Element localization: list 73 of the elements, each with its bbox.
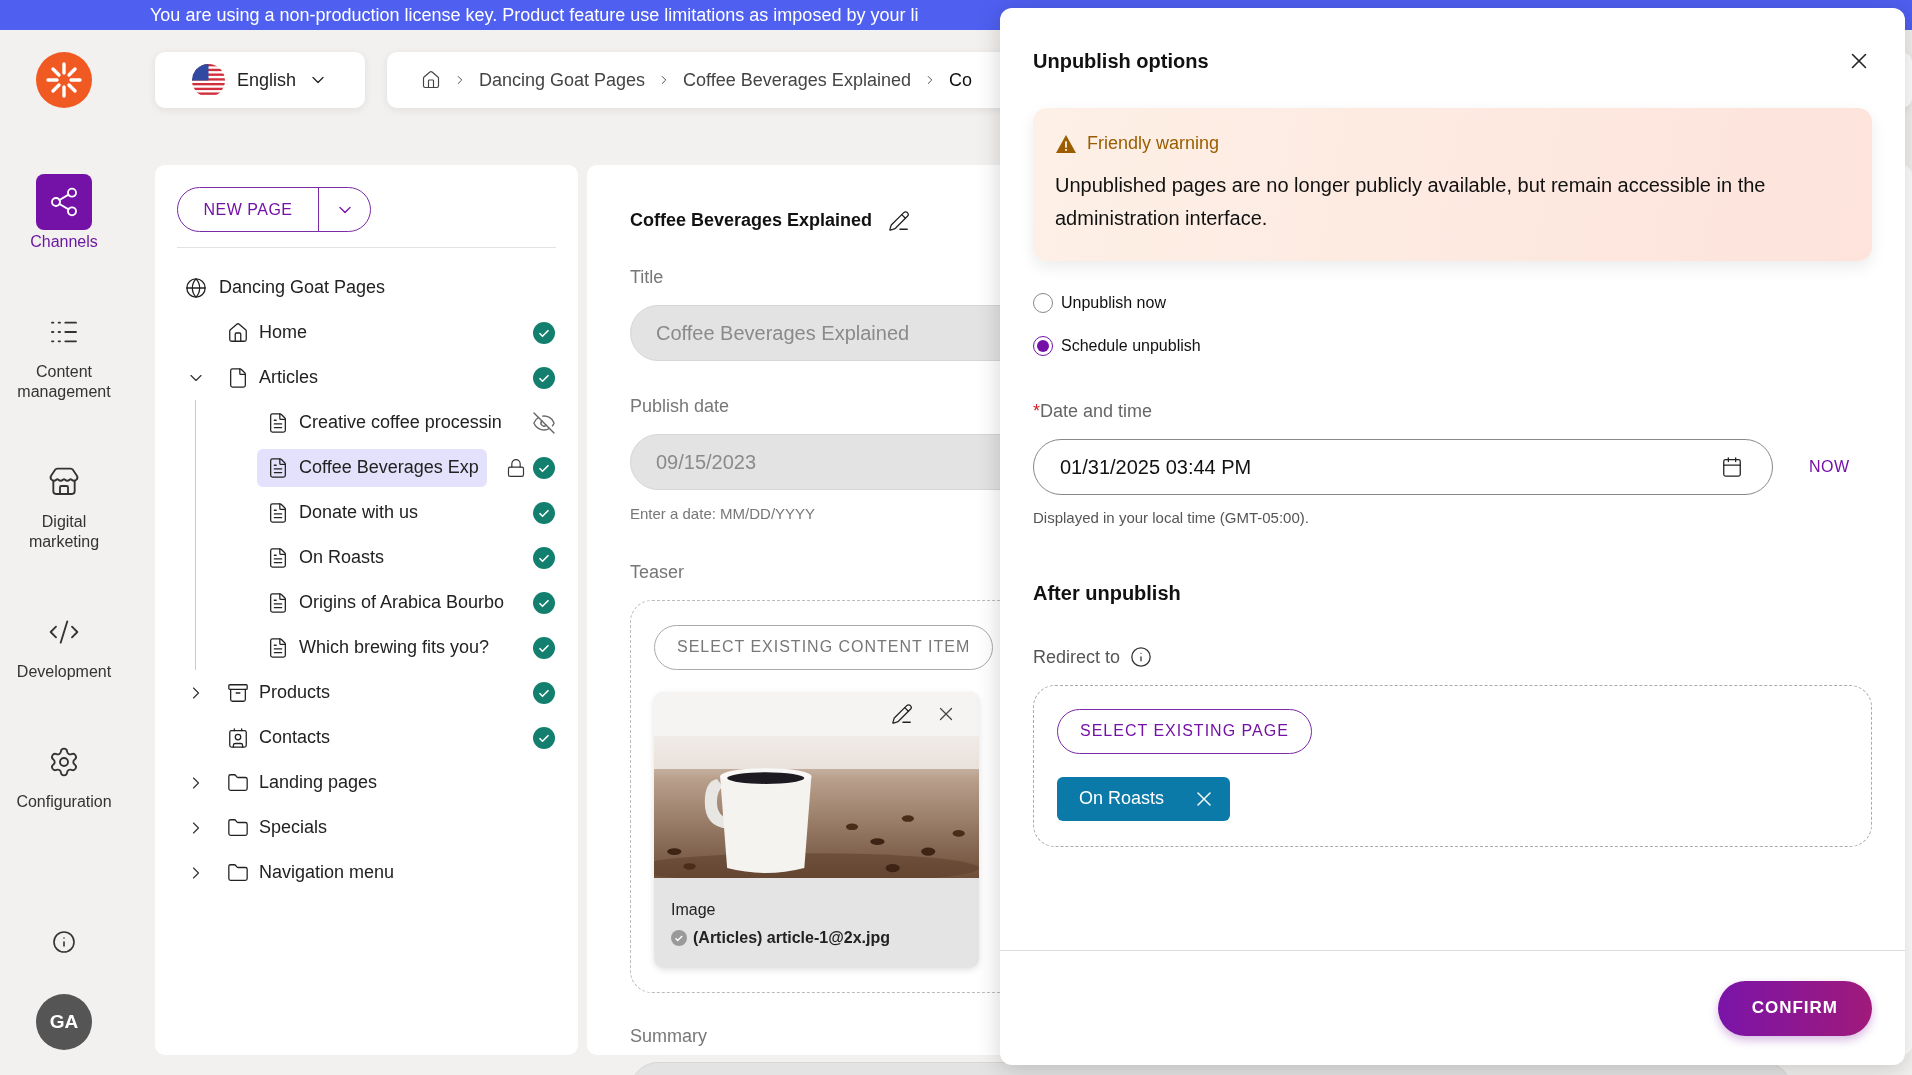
nav-item[interactable]: Development: [5, 604, 123, 682]
document-icon: [267, 591, 289, 614]
breadcrumb-link[interactable]: Dancing Goat Pages: [479, 66, 646, 94]
page-icon: [227, 366, 249, 389]
page-heading: Coffee Beverages Explained: [630, 209, 873, 232]
time-zone-hint: Displayed in your local time (GMT-05:00).: [1033, 508, 1309, 528]
date-time-field[interactable]: 01/31/2025 03:44 PM: [1033, 439, 1773, 495]
item-type: Image: [671, 899, 717, 920]
nav-item[interactable]: Configuration: [5, 734, 123, 812]
home-icon[interactable]: [421, 70, 441, 90]
field-label: Publish date: [630, 395, 730, 418]
breadcrumb-link[interactable]: Coffee Beverages Explained: [683, 66, 911, 94]
logo-icon[interactable]: [36, 52, 92, 108]
tree-root-item[interactable]: Dancing Goat Pages: [219, 274, 386, 301]
dialog-title: Unpublish options: [1033, 49, 1209, 74]
confirm-button[interactable]: CONFIRM: [1717, 980, 1872, 1036]
tree-item[interactable]: Donate with us: [257, 493, 427, 532]
settings-icon: [48, 746, 80, 778]
tree-item[interactable]: Home: [217, 313, 315, 352]
tree-item[interactable]: Creative coffee processin: [257, 403, 510, 442]
language-selector[interactable]: English: [155, 52, 365, 108]
globe-icon: [185, 276, 207, 299]
edit-pencil-icon[interactable]: [888, 209, 911, 232]
radio-option[interactable]: Schedule unpublish: [1033, 334, 1872, 358]
page-chip: On Roasts: [1057, 776, 1231, 821]
us-flag-icon: [191, 63, 225, 97]
folder-icon: [227, 816, 249, 839]
tree-item[interactable]: Articles: [217, 358, 326, 397]
document-icon: [267, 636, 289, 659]
breadcrumb-link[interactable]: Co: [948, 66, 972, 94]
document-icon: [267, 456, 289, 479]
tree-item[interactable]: Origins of Arabica Bourbo: [257, 583, 513, 622]
field-hint: Enter a date: MM/DD/YYYY: [630, 504, 816, 524]
user-avatar[interactable]: GA: [36, 994, 92, 1050]
tree-item[interactable]: On Roasts: [257, 538, 393, 577]
tree-item[interactable]: Coffee Beverages Exp: [257, 448, 487, 487]
channels-icon: [48, 186, 80, 218]
warning-title: Friendly warning: [1087, 132, 1220, 155]
check-circle-icon: [671, 929, 687, 946]
content-item-card[interactable]: Image (Articles) article-1@2x.jpg: [654, 691, 979, 968]
folder-icon: [227, 771, 249, 794]
radio-option[interactable]: Unpublish now: [1033, 291, 1872, 315]
document-icon: [267, 501, 289, 524]
info-icon[interactable]: [1130, 646, 1153, 668]
field-label: Summary: [630, 1024, 707, 1048]
date-label: *Date and time: [1033, 400, 1153, 423]
nav-item[interactable]: Channels: [5, 174, 123, 252]
tree-item[interactable]: Contacts: [217, 718, 339, 757]
tree-item[interactable]: Landing pages: [217, 763, 386, 802]
edit-pencil-icon[interactable]: [891, 702, 913, 725]
archive-icon: [227, 681, 249, 704]
tree-item[interactable]: Navigation menu: [217, 853, 403, 892]
info-icon[interactable]: [52, 930, 76, 954]
warning-text: Unpublished pages are no longer publicly available, but remain accessible in the administration interface.: [1055, 173, 1767, 231]
tree-item[interactable]: Specials: [217, 808, 336, 847]
redirect-label: Redirect to: [1033, 645, 1121, 669]
field-label: Teaser: [630, 560, 685, 584]
document-icon: [267, 411, 289, 434]
contact-card-icon: [227, 726, 249, 749]
now-button[interactable]: NOW: [1809, 455, 1850, 479]
calendar-icon[interactable]: [1721, 456, 1743, 478]
item-name: (Articles) article-1@2x.jpg: [693, 927, 890, 948]
document-icon: [267, 546, 289, 569]
home-icon: [227, 321, 249, 344]
folder-icon: [227, 861, 249, 884]
store-icon: [48, 466, 80, 498]
section-heading: After unpublish: [1033, 580, 1182, 606]
nav-item[interactable]: Content management: [5, 304, 123, 402]
nav-item[interactable]: Digital marketing: [5, 454, 123, 552]
tree-item[interactable]: Products: [217, 673, 339, 712]
field-label: Title: [630, 266, 664, 289]
warning-icon: [1055, 133, 1077, 154]
tree-item[interactable]: Which brewing fits you?: [257, 628, 498, 667]
